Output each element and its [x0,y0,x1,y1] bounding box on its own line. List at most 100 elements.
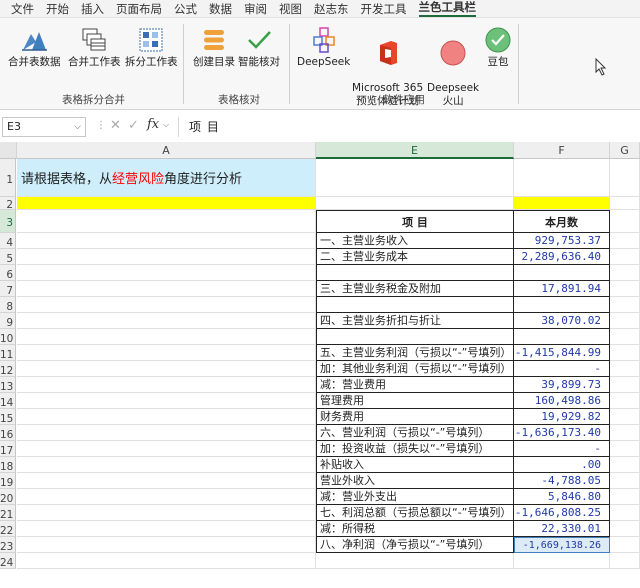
cell[interactable] [316,553,514,569]
cell[interactable] [610,377,640,393]
cell[interactable] [514,159,610,197]
cell[interactable] [17,313,316,329]
cell[interactable] [17,329,316,345]
cell[interactable] [610,233,640,249]
table-row-value[interactable]: -4,788.05 [514,473,610,489]
deepseek-volcano-button[interactable]: Deepseek 火山 [427,26,479,108]
cell[interactable] [610,210,640,233]
yellow-cell[interactable] [514,197,610,210]
cell[interactable] [17,553,316,569]
table-row-label[interactable]: 管理费用 [316,393,514,409]
cell[interactable] [17,233,316,249]
table-row-value[interactable]: 39,899.73 [514,377,610,393]
table-row-value[interactable]: -1,646,808.25 [514,505,610,521]
table-row-label[interactable] [316,297,514,313]
row-header[interactable]: 16 [0,425,16,441]
cell[interactable] [610,521,640,537]
row-header[interactable]: 7 [0,281,16,297]
cell[interactable] [610,393,640,409]
cell[interactable] [316,197,514,210]
menu-item[interactable]: 审阅 [244,0,267,18]
row-header[interactable]: 12 [0,361,16,377]
row-header[interactable]: 15 [0,409,16,425]
row-header[interactable]: 24 [0,553,16,569]
row-header[interactable]: 14 [0,393,16,409]
cell[interactable] [17,457,316,473]
cell[interactable] [610,265,640,281]
row-header[interactable]: 18 [0,457,16,473]
cell[interactable] [610,473,640,489]
row-header[interactable]: 2 [0,197,16,211]
cell[interactable] [17,505,316,521]
cell[interactable] [610,313,640,329]
row-header[interactable]: 4 [0,233,16,249]
cell[interactable] [610,505,640,521]
row-header[interactable]: 10 [0,329,16,345]
table-row-label[interactable]: 加：其他业务利润（亏损以“-”号填列） [316,361,514,377]
menu-item[interactable]: 插入 [81,0,104,18]
cell[interactable] [17,409,316,425]
row-header[interactable]: 9 [0,313,16,329]
table-row-label[interactable]: 加：投资收益（损失以“-”号填列） [316,441,514,457]
cell[interactable] [514,553,610,569]
table-row-label[interactable]: 二、主营业务成本 [316,249,514,265]
menu-item[interactable]: 页面布局 [116,0,162,18]
table-row-value[interactable] [514,297,610,313]
table-row-value[interactable]: 929,753.37 [514,233,610,249]
cancel-icon[interactable]: ✕ [110,118,121,133]
cell[interactable] [610,537,640,553]
cell[interactable] [17,521,316,537]
cell[interactable] [610,553,640,569]
cell[interactable] [610,329,640,345]
table-header-item[interactable]: 项 目 [316,210,514,233]
row-header[interactable]: 11 [0,345,16,361]
yellow-cell[interactable] [17,197,316,210]
column-header-f[interactable]: F [514,142,610,159]
cell[interactable] [610,197,640,210]
drag-handle-icon[interactable]: ⋮ [96,120,106,131]
table-row-value[interactable]: .00 [514,457,610,473]
row-header[interactable]: 22 [0,521,16,537]
chevron-down-icon[interactable]: ⌵ [74,118,81,136]
row-header[interactable]: 20 [0,489,16,505]
row-header[interactable]: 19 [0,473,16,489]
table-row-label[interactable]: 减：营业费用 [316,377,514,393]
cell[interactable] [17,297,316,313]
cell[interactable] [17,265,316,281]
merge-sheets-button[interactable]: 合并工作表 [68,26,121,69]
menu-item[interactable]: 开发工具 [361,0,407,18]
cell[interactable] [610,361,640,377]
table-row-value[interactable]: 160,498.86 [514,393,610,409]
table-header-month[interactable]: 本月数 [514,210,610,233]
formula-input[interactable]: 项 目 [178,117,640,137]
menu-item[interactable]: 文件 [11,0,34,18]
table-row-value[interactable]: 22,330.01 [514,521,610,537]
cell[interactable] [17,281,316,297]
cell[interactable] [610,297,640,313]
table-row-label[interactable]: 五、主营业务利润（亏损以“-”号填列） [316,345,514,361]
table-row-value[interactable]: 19,929.82 [514,409,610,425]
cell[interactable] [17,361,316,377]
table-row-label[interactable] [316,329,514,345]
confirm-icon[interactable]: ✓ [128,118,139,133]
column-header-g[interactable]: G [610,142,640,159]
doubao-button[interactable]: 豆包 [484,26,512,69]
menu-item[interactable]: 兰色工具栏 [418,0,476,17]
cell[interactable] [17,345,316,361]
table-row-label[interactable]: 八、净利润（净亏损以“-”号填列） [316,537,514,553]
table-row-value[interactable]: 2,289,636.40 [514,249,610,265]
table-row-label[interactable] [316,265,514,281]
cell[interactable] [17,210,316,233]
row-header[interactable]: 17 [0,441,16,457]
cell[interactable] [610,425,640,441]
cell[interactable] [610,489,640,505]
table-row-label[interactable]: 四、主营业务折扣与折让 [316,313,514,329]
table-row-value[interactable]: 38,070.02 [514,313,610,329]
function-dropdown-icon[interactable]: ⌵ [163,120,169,130]
table-row-label[interactable]: 一、主营业务收入 [316,233,514,249]
net-profit-value[interactable]: -1,669,138.26 [514,537,610,553]
table-row-value[interactable] [514,329,610,345]
menu-item[interactable]: 数据 [209,0,232,18]
cell[interactable] [610,409,640,425]
row-header[interactable]: 13 [0,377,16,393]
